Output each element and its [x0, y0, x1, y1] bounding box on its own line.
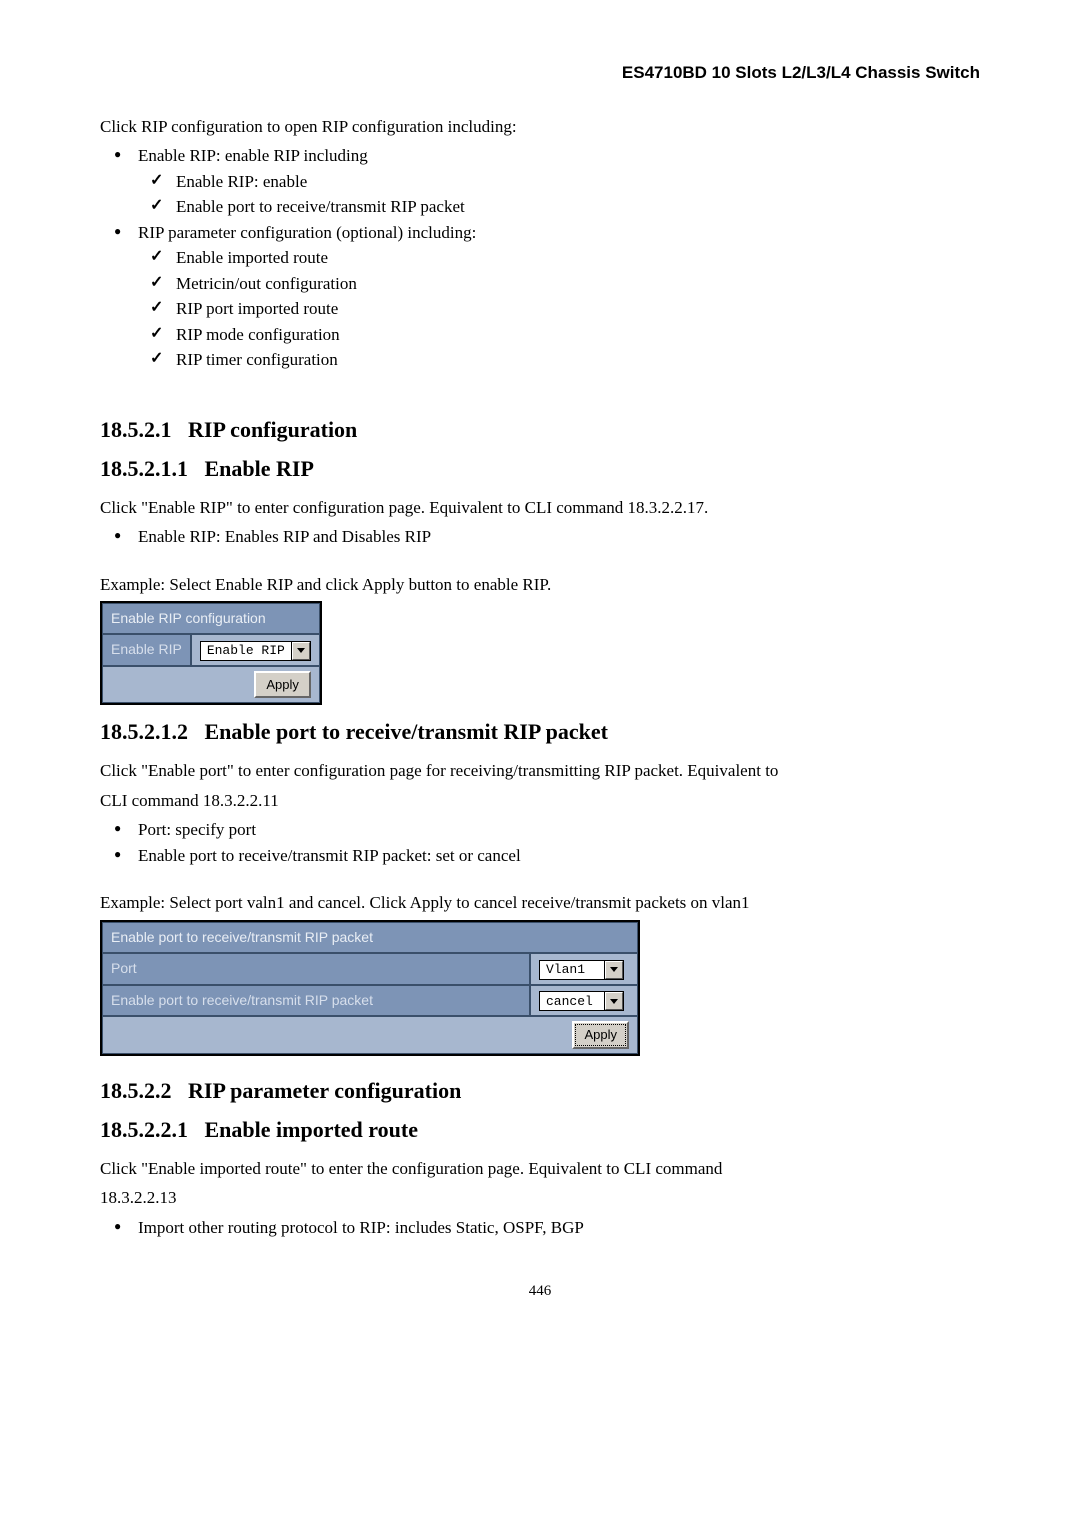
- list-item: Enable RIP: enable RIP including: [100, 143, 980, 169]
- subsection-title: Enable port to receive/transmit RIP pack…: [205, 719, 608, 744]
- list-item: Enable port to receive/transmit RIP pack…: [100, 843, 980, 869]
- subsection-heading: 18.5.2.2.1 Enable imported route: [100, 1113, 980, 1146]
- section-title: RIP parameter configuration: [188, 1078, 461, 1103]
- chevron-down-icon: [605, 992, 623, 1010]
- table-title: Enable port to receive/transmit RIP pack…: [102, 922, 638, 953]
- list-item: Enable port to receive/transmit RIP pack…: [100, 194, 980, 220]
- port-select[interactable]: Vlan1: [539, 960, 624, 980]
- enable-rip-select[interactable]: Enable RIP: [200, 641, 311, 661]
- apply-button[interactable]: Apply: [254, 671, 311, 699]
- intro-text: Click RIP configuration to open RIP conf…: [100, 114, 980, 140]
- body-text: Click "Enable RIP" to enter configuratio…: [100, 495, 980, 521]
- list-item: RIP parameter configuration (optional) i…: [100, 220, 980, 246]
- list-item: RIP port imported route: [100, 296, 980, 322]
- section-number: 18.5.2.2: [100, 1078, 172, 1103]
- select-value: Enable RIP: [201, 641, 292, 661]
- section-heading: 18.5.2.1 RIP configuration: [100, 413, 980, 446]
- list-item: Port: specify port: [100, 817, 980, 843]
- example-text: Example: Select Enable RIP and click App…: [100, 572, 980, 598]
- section-number: 18.5.2.1: [100, 417, 172, 442]
- enable-port-rip-table: Enable port to receive/transmit RIP pack…: [100, 920, 640, 1056]
- section-title: RIP configuration: [188, 417, 357, 442]
- subsection-number: 18.5.2.1.2: [100, 719, 188, 744]
- bullet-list: Port: specify port Enable port to receiv…: [100, 817, 980, 868]
- bullet-list: Enable RIP: Enables RIP and Disables RIP: [100, 524, 980, 550]
- bullet-list: Import other routing protocol to RIP: in…: [100, 1215, 980, 1241]
- subsection-number: 18.5.2.1.1: [100, 456, 188, 481]
- subsection-number: 18.5.2.2.1: [100, 1117, 188, 1142]
- enable-rip-label: Enable RIP: [102, 634, 191, 666]
- enable-port-label: Enable port to receive/transmit RIP pack…: [102, 985, 530, 1017]
- list-item: Enable RIP: enable: [100, 169, 980, 195]
- body-text: 18.3.2.2.13: [100, 1185, 980, 1211]
- table-title: Enable RIP configuration: [102, 603, 320, 634]
- body-text: CLI command 18.3.2.2.11: [100, 788, 980, 814]
- list-item: Enable RIP: Enables RIP and Disables RIP: [100, 524, 980, 550]
- list-item: Import other routing protocol to RIP: in…: [100, 1215, 980, 1241]
- page-header: ES4710BD 10 Slots L2/L3/L4 Chassis Switc…: [100, 60, 980, 86]
- example-text: Example: Select port valn1 and cancel. C…: [100, 890, 980, 916]
- chevron-down-icon: [605, 961, 623, 979]
- body-text: Click "Enable port" to enter configurati…: [100, 758, 980, 784]
- port-label: Port: [102, 953, 530, 985]
- intro-list: Enable RIP: enable RIP including Enable …: [100, 143, 980, 373]
- body-text: Click "Enable imported route" to enter t…: [100, 1156, 980, 1182]
- subsection-heading: 18.5.2.1.1 Enable RIP: [100, 452, 980, 485]
- select-value: Vlan1: [540, 960, 605, 980]
- enable-rip-config-table: Enable RIP configuration Enable RIP Enab…: [100, 601, 322, 705]
- select-value: cancel: [540, 992, 605, 1012]
- list-item: Enable imported route: [100, 245, 980, 271]
- apply-button[interactable]: Apply: [572, 1021, 629, 1049]
- enable-port-select[interactable]: cancel: [539, 991, 624, 1011]
- page-number: 446: [100, 1280, 980, 1303]
- chevron-down-icon: [292, 642, 310, 660]
- subsection-title: Enable RIP: [205, 456, 314, 481]
- subsection-title: Enable imported route: [205, 1117, 418, 1142]
- section-heading: 18.5.2.2 RIP parameter configuration: [100, 1074, 980, 1107]
- subsection-heading: 18.5.2.1.2 Enable port to receive/transm…: [100, 715, 980, 748]
- list-item: Metricin/out configuration: [100, 271, 980, 297]
- list-item: RIP mode configuration: [100, 322, 980, 348]
- list-item: RIP timer configuration: [100, 347, 980, 373]
